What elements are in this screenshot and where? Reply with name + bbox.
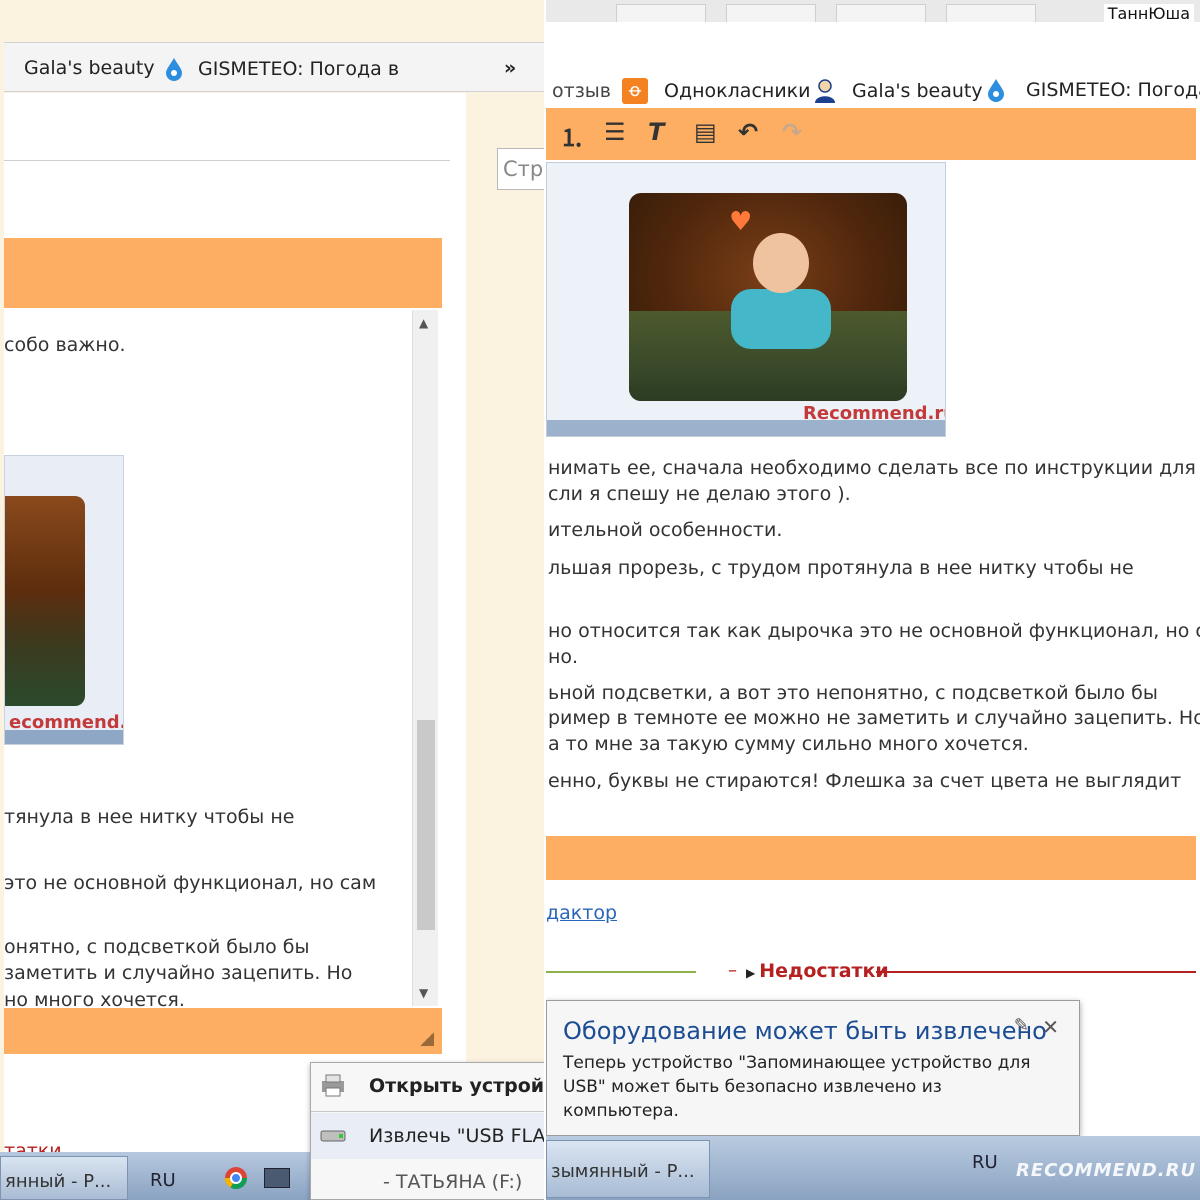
search-input[interactable]: Стр	[497, 148, 546, 190]
browser-tab[interactable]	[946, 4, 1036, 22]
monitor-icon[interactable]	[264, 1168, 290, 1188]
editor-footer	[4, 1008, 442, 1054]
scroll-up-icon[interactable]: ▲	[419, 316, 428, 330]
usb-eject-menu: Открыть устройст Извлечь "USB FLAS - ТАТ…	[310, 1062, 546, 1200]
language-indicator[interactable]: RU	[150, 1170, 176, 1191]
user-icon	[815, 79, 835, 103]
hardware-removal-notification[interactable]: Оборудование может быть извлечено ✎ ✕ Те…	[546, 1000, 1080, 1136]
chrome-icon[interactable]	[224, 1166, 248, 1190]
editor-footer	[546, 836, 1196, 880]
bookmark-gala[interactable]: Gala's beauty	[812, 78, 983, 104]
eject-usb-menu-item[interactable]: Извлечь "USB FLAS	[311, 1113, 546, 1159]
triangle-right-icon: ▶	[746, 966, 756, 980]
negatives-dash: –	[728, 960, 737, 981]
editor-line: а то мне за такую сумму сильно много хоч…	[548, 733, 1029, 755]
browser-tab-strip: ТаннЮша	[546, 0, 1200, 23]
notification-title: Оборудование может быть извлечено	[563, 1017, 1047, 1045]
recommend-watermark: RECOMMEND.RU	[1016, 1160, 1197, 1181]
bookmarks-bar: Gala's beauty GISMETEO: Погода в »	[4, 42, 544, 92]
editor-line: но относится так как дырочка это не осно…	[548, 620, 1200, 642]
photo	[5, 496, 85, 706]
bookmark-gala[interactable]: Gala's beauty	[4, 57, 155, 79]
editor-line: енно, буквы не стираются! Флешка за счет…	[548, 770, 1182, 792]
editor-toolbar: ⒈ ☰ T ▤ ↶ ↷	[546, 108, 1196, 160]
more-bookmarks-button[interactable]: »	[504, 57, 516, 79]
editor-line: но.	[548, 646, 579, 668]
editor-toolbar	[4, 238, 442, 308]
bookmarks-bar: отзыв ꝋ Однокласники Gala's beauty GISME…	[546, 62, 1200, 108]
taskbar: янный - Р... RU	[0, 1152, 310, 1200]
embedded-screenshot: ecommend.ru	[4, 455, 124, 745]
editor-line: льшая прорезь, с трудом протянула в нее …	[548, 557, 1134, 579]
usb-drive-icon	[320, 1130, 346, 1142]
water-drop-icon	[166, 58, 182, 81]
taskbar-item-editor[interactable]: янный - Р...	[0, 1156, 128, 1200]
editor-line: но много хочется.	[4, 989, 185, 1008]
language-indicator[interactable]: RU	[972, 1152, 998, 1173]
bookmark-gismeteo[interactable]: GISMETEO: Погода в	[164, 57, 399, 81]
drive-menu-item[interactable]: - ТАТЬЯНА (F:)	[311, 1159, 546, 1200]
editor-line: собо важно.	[4, 334, 126, 356]
resize-grip-icon[interactable]	[420, 1032, 434, 1046]
numbered-list-icon[interactable]: ⒈	[560, 118, 584, 153]
negatives-heading[interactable]: ▶ Недостатки	[746, 960, 889, 982]
user-name[interactable]: ТаннЮша	[1103, 4, 1194, 23]
bulleted-list-icon[interactable]: ☰	[604, 118, 626, 146]
left-screenshot: Gala's beauty GISMETEO: Погода в » Стр ▲…	[0, 0, 546, 1200]
heart-icon: ♥	[729, 207, 753, 237]
editor-line: ительной особенности.	[548, 519, 783, 541]
scroll-thumb[interactable]	[417, 720, 435, 930]
editor-line: онятно, с подсветкой было бы	[4, 936, 310, 958]
undo-icon[interactable]: ↶	[738, 118, 758, 146]
scroll-down-icon[interactable]: ▼	[419, 986, 428, 1000]
child-head	[753, 233, 809, 293]
open-device-menu-item[interactable]: Открыть устройст	[311, 1063, 546, 1109]
browser-tab[interactable]	[836, 4, 926, 22]
editor-line: заметить и случайно зацепить. Но	[4, 962, 353, 984]
bookmark-reviews[interactable]: отзыв	[552, 80, 611, 102]
divider-line	[876, 971, 1196, 973]
wrench-icon[interactable]: ✎	[1014, 1015, 1029, 1036]
photo: ♥	[629, 193, 907, 401]
bookmark-gismeteo[interactable]: GISMETEO: Погода в	[986, 78, 1200, 102]
menu-separator	[311, 1111, 546, 1112]
bookmark-odnoklassniki[interactable]: ꝋ Однокласники	[622, 78, 811, 104]
paste-icon[interactable]: ▤	[694, 118, 717, 146]
child-body	[731, 289, 831, 349]
water-drop-icon	[988, 79, 1004, 102]
browser-tab[interactable]	[726, 4, 816, 22]
clear-format-icon[interactable]: T	[648, 118, 664, 146]
editor-line: ример в темноте ее можно не заметить и с…	[548, 707, 1200, 729]
browser-tab[interactable]	[616, 4, 706, 22]
divider-line	[546, 971, 696, 973]
taskbar-item-editor[interactable]: зымянный - Р...	[546, 1140, 710, 1198]
divider	[4, 160, 450, 161]
editor-link[interactable]: дактор	[546, 902, 617, 924]
editor-line: нимать ее, сначала необходимо сделать вс…	[548, 457, 1196, 479]
redo-icon[interactable]: ↷	[782, 118, 802, 146]
taskbar-thumbnail	[547, 420, 945, 436]
embedded-screenshot: ♥ Recommend.ru	[546, 162, 946, 437]
taskbar-thumbnail	[5, 730, 123, 744]
editor-scrollbar[interactable]: ▲ ▼	[412, 310, 438, 1006]
editor-line: это не основной функционал, но сам	[4, 872, 377, 894]
taskbar: зымянный - Р... RU RECOMMEND.RU	[546, 1136, 1200, 1200]
printer-icon	[322, 1074, 344, 1097]
editor-line: ьной подсветки, а вот это непонятно, с п…	[548, 682, 1158, 704]
right-screenshot: ТаннЮша отзыв ꝋ Однокласники Gala's beau…	[546, 0, 1200, 1200]
odnoklassniki-icon: ꝋ	[622, 78, 648, 104]
editor-line: тянула в нее нитку чтобы не	[4, 806, 295, 828]
notification-body: Теперь устройство "Запоминающее устройст…	[563, 1053, 1031, 1121]
editor-line: сли я спешу не делаю этого ).	[548, 483, 851, 505]
close-icon[interactable]: ✕	[1042, 1015, 1059, 1039]
